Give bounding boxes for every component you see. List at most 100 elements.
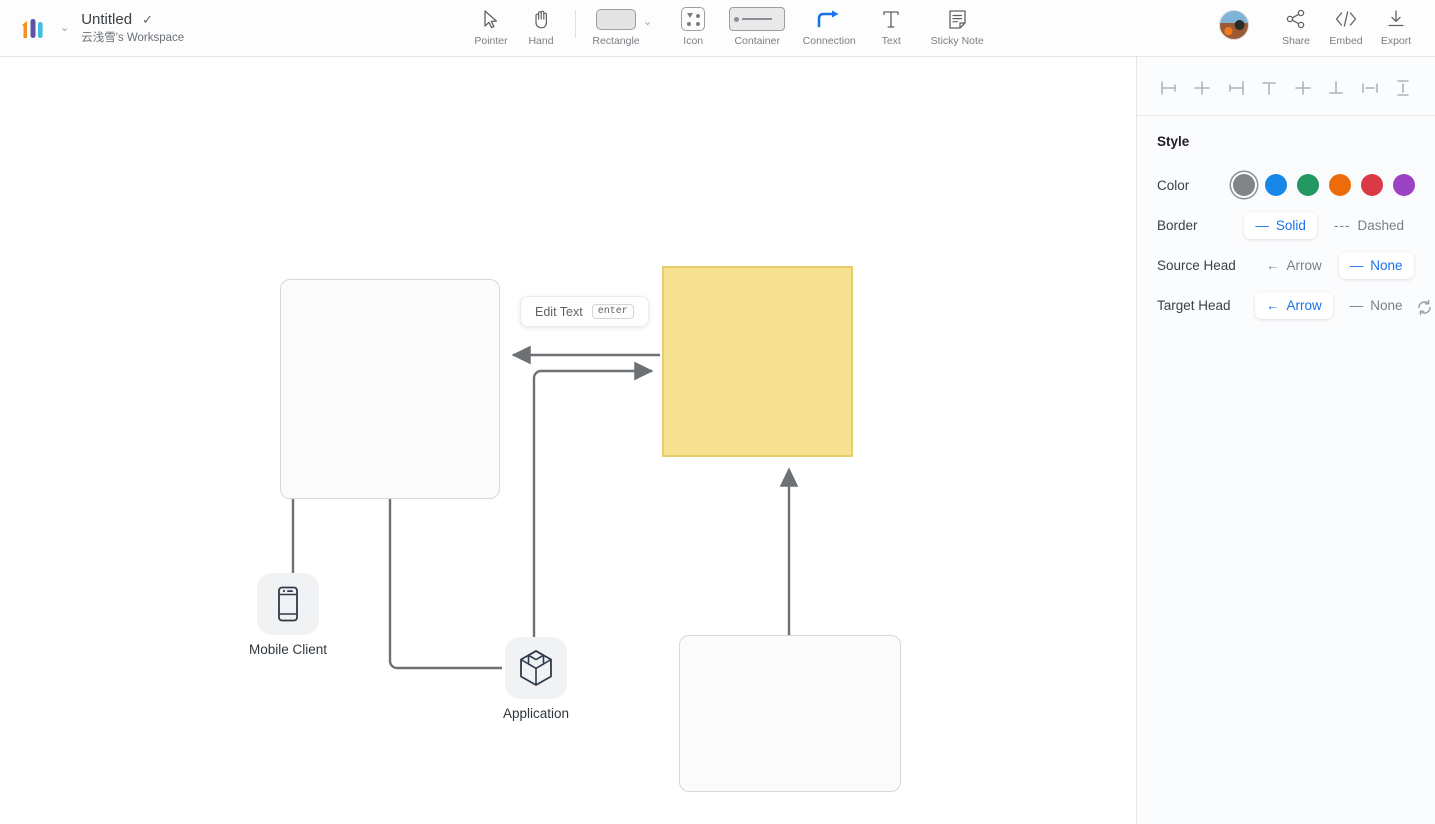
document-meta: Untitled ✓ 云浅雪's Workspace: [81, 11, 184, 45]
color-swatch-gray[interactable]: [1233, 174, 1255, 196]
color-swatch-orange[interactable]: [1329, 174, 1351, 196]
logo[interactable]: [18, 13, 50, 43]
swap-heads-icon[interactable]: [1416, 299, 1433, 321]
tool-container[interactable]: Container: [726, 0, 788, 57]
solid-line-icon: —: [1349, 297, 1364, 313]
tool-sticky-note[interactable]: Sticky Note: [926, 0, 988, 57]
tool-text[interactable]: Text: [866, 0, 916, 57]
workspace-name[interactable]: 云浅雪's Workspace: [81, 29, 184, 45]
tool-icon-label: Icon: [683, 35, 704, 47]
toolbar-divider: [575, 10, 576, 38]
tooltip-key: enter: [591, 304, 634, 319]
border-option-dashed[interactable]: --- Dashed: [1323, 212, 1415, 239]
tool-connection[interactable]: Connection: [798, 0, 860, 57]
color-label: Color: [1157, 177, 1190, 193]
tool-share-label: Share: [1281, 35, 1311, 47]
tool-embed[interactable]: Embed: [1321, 0, 1371, 57]
align-center-horizontal-icon[interactable]: [1190, 77, 1214, 99]
tool-hand[interactable]: Hand: [516, 0, 566, 57]
cube-icon: [505, 637, 568, 699]
color-swatch-green[interactable]: [1297, 174, 1319, 196]
top-toolbar: ⌄ Untitled ✓ 云浅雪's Workspace Pointer Han…: [0, 0, 1435, 57]
tool-export[interactable]: Export: [1371, 0, 1421, 57]
target-head-row: Target Head ← Arrow — None: [1157, 285, 1415, 325]
embed-code-icon: [1334, 6, 1358, 32]
rectangle-dropdown-chevron-down-icon[interactable]: ⌄: [643, 15, 652, 28]
share-icon: [1286, 6, 1306, 32]
align-right-icon[interactable]: [1224, 77, 1248, 99]
border-option-dashed-label: Dashed: [1357, 217, 1404, 233]
export-download-icon: [1386, 6, 1406, 32]
source-head-option-none[interactable]: — None: [1338, 251, 1414, 279]
color-row: Color: [1157, 165, 1415, 205]
arrow-left-icon: ←: [1266, 297, 1280, 313]
tool-pointer-label: Pointer: [474, 35, 508, 47]
style-section: Style Color Border — Solid --- Dashed So…: [1137, 116, 1435, 325]
arrow-left-icon: ←: [1266, 257, 1280, 273]
document-title[interactable]: Untitled: [81, 11, 132, 28]
rectangle-icon: [596, 6, 636, 32]
brand-area[interactable]: ⌄: [0, 13, 69, 43]
chevron-down-icon[interactable]: ⌄: [60, 22, 69, 34]
connection-app-to-sticky: [532, 361, 654, 667]
distribute-horizontal-icon[interactable]: [1358, 77, 1382, 99]
color-swatch-purple[interactable]: [1393, 174, 1415, 196]
solid-line-icon: —: [1349, 257, 1364, 273]
app-root: ⌄ Untitled ✓ 云浅雪's Workspace Pointer Han…: [0, 0, 1435, 824]
align-bottom-icon[interactable]: [1324, 77, 1348, 99]
source-head-row: Source Head ← Arrow — None: [1157, 245, 1415, 285]
tool-export-label: Export: [1380, 35, 1412, 47]
tool-pointer[interactable]: Pointer: [466, 0, 516, 57]
distribute-vertical-icon[interactable]: [1391, 77, 1415, 99]
tool-embed-label: Embed: [1329, 35, 1363, 47]
node-mobile-client-label: Mobile Client: [249, 642, 328, 657]
source-head-label: Source Head: [1157, 257, 1236, 273]
tooltip-label: Edit Text: [535, 304, 583, 319]
node-application[interactable]: Application: [503, 637, 569, 721]
rectangle-tool-group: Rectangle ⌄: [585, 0, 654, 57]
tool-icon[interactable]: Icon: [668, 0, 718, 57]
target-head-option-arrow[interactable]: ← Arrow: [1255, 291, 1333, 319]
tool-text-label: Text: [881, 35, 901, 47]
shape-rectangle-bottom-right[interactable]: [679, 635, 901, 792]
icon-tool-icon: [681, 6, 706, 32]
mobile-phone-icon: [257, 573, 320, 635]
target-head-option-arrow-label: Arrow: [1286, 297, 1322, 313]
connection-icon: [816, 6, 842, 32]
edit-text-tooltip: Edit Text enter: [520, 296, 649, 327]
node-mobile-client[interactable]: Mobile Client: [249, 573, 327, 657]
align-middle-vertical-icon[interactable]: [1291, 77, 1315, 99]
source-head-option-arrow[interactable]: ← Arrow: [1255, 252, 1333, 279]
source-head-option-none-label: None: [1370, 257, 1403, 273]
target-head-label: Target Head: [1157, 297, 1231, 313]
sticky-note-icon: [948, 6, 967, 32]
tool-hand-label: Hand: [528, 35, 554, 47]
color-swatch-red[interactable]: [1361, 174, 1383, 196]
shape-rectangle-top-left[interactable]: [280, 279, 500, 499]
hand-icon: [532, 6, 551, 32]
border-label: Border: [1157, 217, 1198, 233]
border-option-solid[interactable]: — Solid: [1244, 211, 1317, 239]
align-top-icon[interactable]: [1257, 77, 1281, 99]
target-head-option-none[interactable]: — None: [1339, 292, 1414, 319]
pointer-icon: [483, 6, 500, 32]
align-left-icon[interactable]: [1157, 77, 1181, 99]
style-panel: Style Color Border — Solid --- Dashed So…: [1136, 57, 1435, 824]
shape-sticky-note-yellow[interactable]: [662, 266, 853, 457]
color-swatch-blue[interactable]: [1265, 174, 1287, 196]
container-icon: [729, 6, 786, 32]
tool-share[interactable]: Share: [1271, 0, 1321, 57]
saved-check-icon: ✓: [142, 11, 153, 27]
tool-sticky-note-label: Sticky Note: [930, 35, 984, 47]
avatar[interactable]: [1219, 10, 1249, 40]
style-section-title: Style: [1157, 134, 1190, 149]
source-head-option-arrow-label: Arrow: [1286, 257, 1322, 273]
diagram-canvas[interactable]: Edit Text enter Mobile Client Applicatio…: [0, 57, 1136, 824]
tool-rectangle-label: Rectangle: [592, 35, 640, 47]
node-application-label: Application: [503, 706, 570, 721]
target-head-option-none-label: None: [1370, 297, 1403, 313]
tool-rectangle[interactable]: Rectangle: [585, 0, 647, 57]
solid-line-icon: —: [1255, 217, 1269, 233]
color-swatches: [1233, 174, 1415, 196]
tool-connection-label: Connection: [802, 35, 856, 47]
